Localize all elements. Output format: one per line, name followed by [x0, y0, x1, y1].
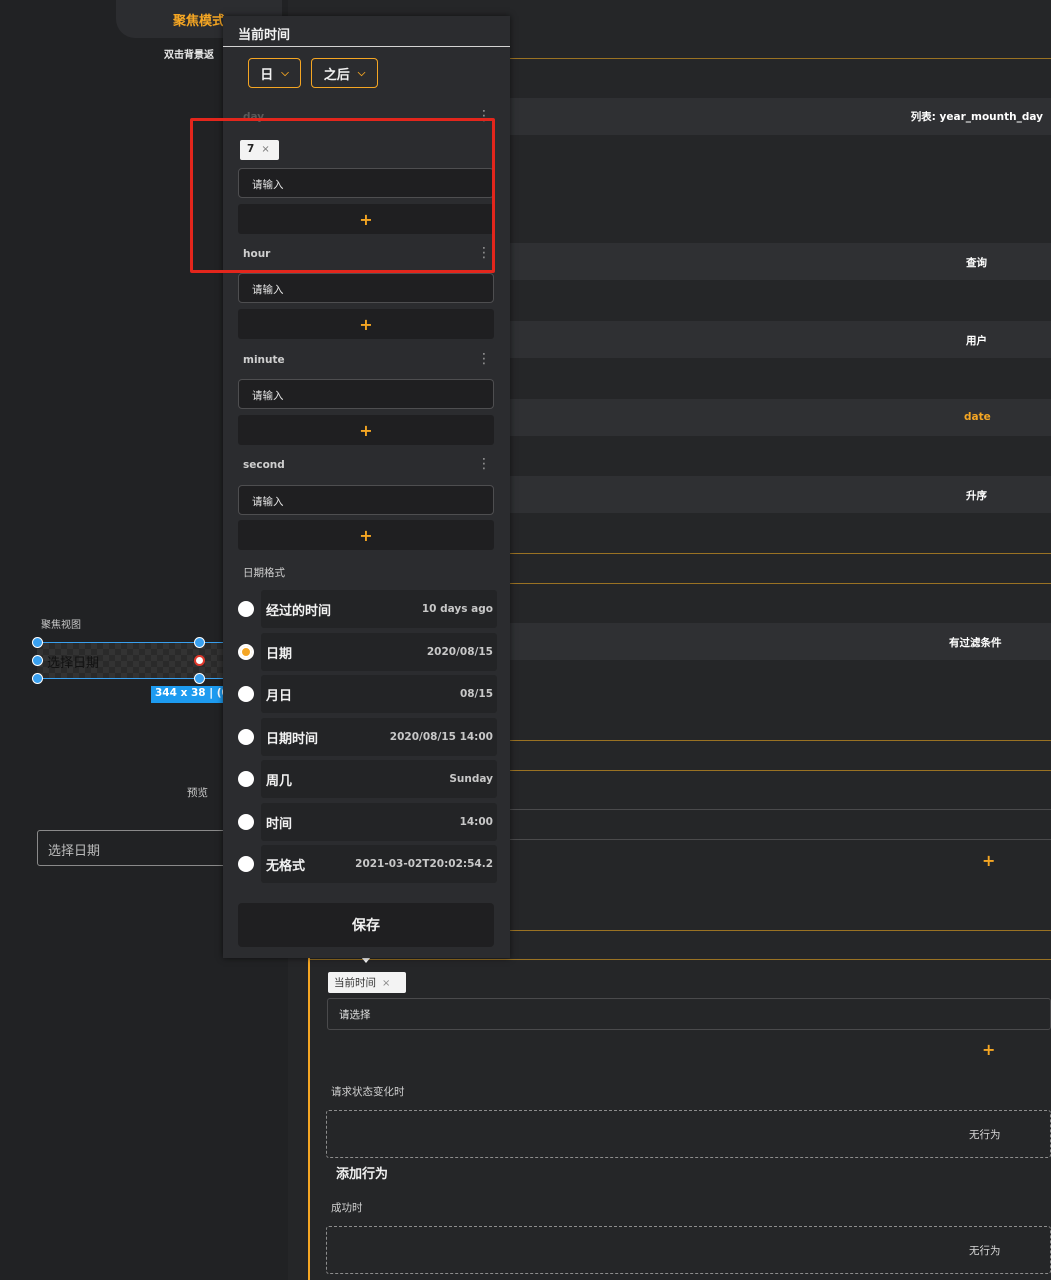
- chevron-down-icon: ⌵: [357, 67, 366, 79]
- format-radio-time[interactable]: [238, 814, 254, 830]
- resize-handle-top-left[interactable]: [32, 637, 43, 648]
- resize-handle-bottom-mid[interactable]: [194, 673, 205, 684]
- section-divider: [509, 770, 1051, 771]
- hour-add-button[interactable]: +: [238, 309, 494, 339]
- query-value: 查询: [966, 257, 987, 269]
- date-value: date: [964, 411, 991, 423]
- format-name: 周几: [266, 773, 293, 789]
- nested-indicator: [308, 958, 310, 1280]
- double-click-hint: 双击背景返: [164, 50, 214, 61]
- format-name: 日期时间: [266, 731, 319, 747]
- second-add-button[interactable]: +: [238, 520, 494, 550]
- section-divider: [509, 553, 1051, 554]
- minute-more-icon[interactable]: ⋮: [477, 352, 491, 366]
- second-label: second: [243, 459, 285, 471]
- success-no-action: 无行为: [969, 1245, 1001, 1257]
- format-example: 08/15: [459, 688, 493, 700]
- section-divider: [509, 839, 1051, 840]
- request-state-actions[interactable]: [326, 1110, 1051, 1158]
- unit-dropdown-value: 日: [260, 67, 274, 83]
- save-button[interactable]: 保存: [238, 903, 494, 947]
- format-option-date[interactable]: 日期 2020/08/15: [261, 633, 497, 671]
- format-option-weekday[interactable]: 周几 Sunday: [261, 760, 497, 798]
- resize-handle-top-mid[interactable]: [194, 637, 205, 648]
- size-badge: 344 x 38 | (0: [151, 686, 223, 703]
- sort-value: 升序: [966, 490, 987, 502]
- minute-input[interactable]: 请输入: [238, 379, 494, 409]
- popup-divider: [223, 46, 510, 47]
- direction-dropdown-value: 之后: [323, 67, 350, 83]
- preview-label: 预览: [187, 787, 208, 799]
- format-name: 经过的时间: [266, 603, 332, 619]
- tag-close-icon[interactable]: ×: [382, 978, 390, 989]
- section-divider: [310, 959, 1051, 960]
- request-state-label: 请求状态变化时: [331, 1086, 405, 1098]
- format-radio-elapsed[interactable]: [238, 601, 254, 617]
- focus-mode-label: 聚焦模式: [172, 13, 225, 29]
- format-radio-weekday[interactable]: [238, 771, 254, 787]
- minute-label: minute: [243, 354, 285, 366]
- format-example: 10 days ago: [421, 603, 493, 615]
- current-time-tag-label: 当前时间: [334, 977, 376, 989]
- format-name: 时间: [266, 816, 293, 832]
- format-option-elapsed[interactable]: 经过的时间 10 days ago: [261, 590, 497, 628]
- format-radio-date[interactable]: [238, 644, 254, 660]
- filter-value: 有过滤条件: [949, 637, 1002, 649]
- section-divider: [509, 809, 1051, 810]
- format-option-datetime[interactable]: 日期时间 2020/08/15 14:00: [261, 718, 497, 756]
- section-divider: [509, 58, 1051, 59]
- format-option-month-day[interactable]: 月日 08/15: [261, 675, 497, 713]
- add-action-button[interactable]: 添加行为: [336, 1163, 388, 1182]
- format-name: 无格式: [266, 858, 306, 874]
- success-actions[interactable]: [326, 1226, 1051, 1274]
- section-divider: [509, 583, 1051, 584]
- format-example: 2021-03-02T20:02:54.2: [355, 858, 493, 870]
- format-example: Sunday: [449, 773, 493, 785]
- hour-input[interactable]: 请输入: [238, 273, 494, 303]
- date-format-label: 日期格式: [243, 567, 285, 579]
- resize-handle-bottom-left[interactable]: [32, 673, 43, 684]
- request-state-no-action: 无行为: [969, 1129, 1001, 1141]
- chevron-down-icon: ⌵: [281, 67, 289, 79]
- preview-date-input[interactable]: 选择日期: [37, 830, 227, 866]
- focus-view-label: 聚焦视图: [41, 620, 81, 631]
- section-divider: [509, 740, 1051, 741]
- user-value: 用户: [966, 335, 987, 347]
- highlight-annotation-box: [190, 118, 495, 273]
- format-option-raw[interactable]: 无格式 2021-03-02T20:02:54.2: [261, 845, 497, 883]
- format-radio-datetime[interactable]: [238, 729, 254, 745]
- resize-handle-mid-left[interactable]: [32, 655, 43, 666]
- list-source-value: 列表: year_mounth_day: [910, 111, 1043, 123]
- value-select[interactable]: 请选择: [327, 998, 1051, 1030]
- format-name: 月日: [266, 688, 293, 704]
- current-time-tag[interactable]: 当前时间 ×: [328, 972, 406, 993]
- popup-title: 当前时间: [238, 28, 291, 43]
- second-input[interactable]: 请输入: [238, 485, 494, 515]
- second-more-icon[interactable]: ⋮: [477, 457, 491, 471]
- selected-component-text: 选择日期: [47, 656, 100, 671]
- unit-dropdown[interactable]: 日 ⌵: [248, 58, 301, 88]
- add-button[interactable]: +: [982, 851, 995, 870]
- format-option-time[interactable]: 时间 14:00: [261, 803, 497, 841]
- format-name: 日期: [266, 646, 293, 662]
- format-example: 14:00: [459, 816, 493, 828]
- format-radio-month-day[interactable]: [238, 686, 254, 702]
- format-example: 2020/08/15 14:00: [389, 731, 493, 743]
- format-radio-raw[interactable]: [238, 856, 254, 872]
- add-value-button[interactable]: +: [982, 1040, 995, 1059]
- anchor-handle[interactable]: [194, 655, 205, 666]
- success-label: 成功时: [331, 1202, 363, 1214]
- direction-dropdown[interactable]: 之后 ⌵: [311, 58, 378, 88]
- minute-add-button[interactable]: +: [238, 415, 494, 445]
- format-example: 2020/08/15: [426, 646, 493, 658]
- section-divider: [509, 930, 1051, 931]
